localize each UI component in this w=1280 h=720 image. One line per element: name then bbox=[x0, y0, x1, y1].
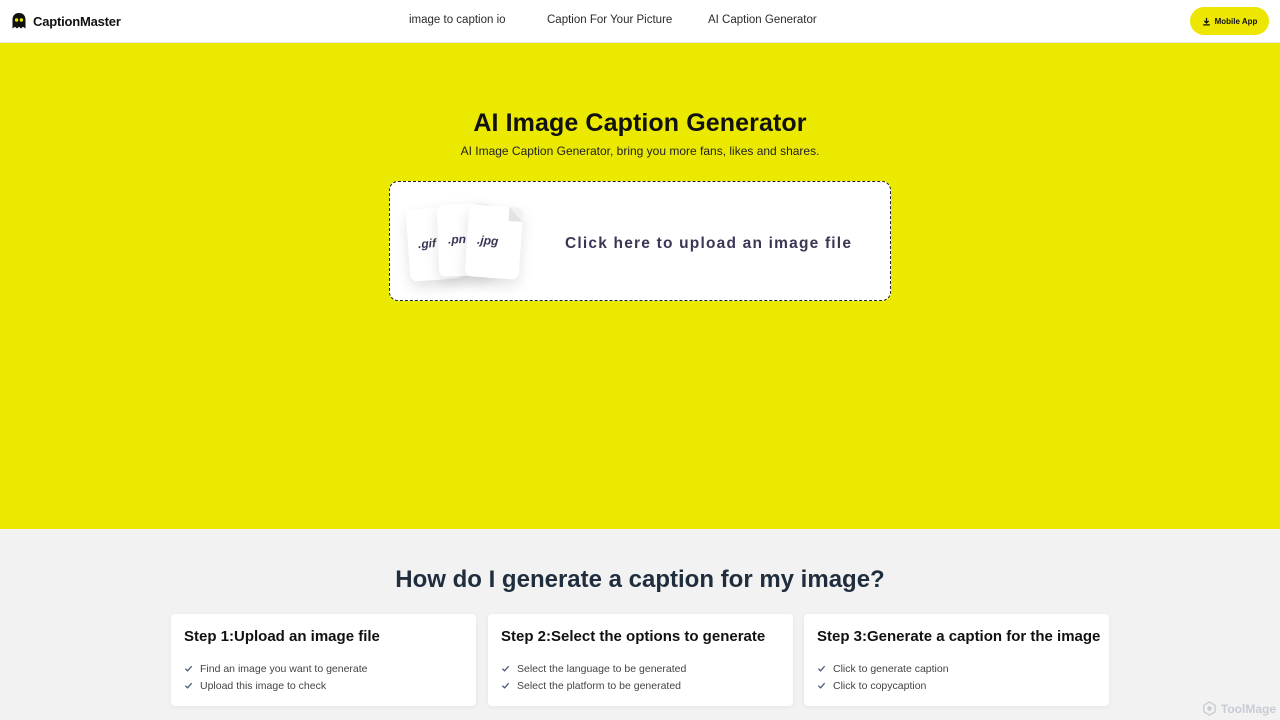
brand-name: CaptionMaster bbox=[33, 13, 121, 29]
toolmage-logo-icon bbox=[1203, 701, 1216, 716]
list-item-text: Click to copycaption bbox=[833, 679, 927, 692]
file-type-label: .pn bbox=[447, 231, 467, 247]
step-list: Find an image you want to generate Uploa… bbox=[184, 660, 368, 694]
check-icon bbox=[817, 682, 826, 689]
file-types-illustration: .gif .pn .jpg bbox=[404, 200, 534, 290]
how-to-title: How do I generate a caption for my image… bbox=[395, 566, 885, 593]
watermark-text: ToolMage bbox=[1220, 701, 1276, 716]
step-card-3: Step 3:Generate a caption for the image … bbox=[804, 614, 1109, 706]
page-title: AI Image Caption Generator bbox=[473, 109, 807, 137]
file-type-label: .jpg bbox=[476, 232, 499, 249]
file-type-label: .gif bbox=[417, 235, 437, 252]
list-item-text: Upload this image to check bbox=[200, 679, 327, 692]
list-item-text: Click to generate caption bbox=[833, 662, 949, 675]
page-subtitle: AI Image Caption Generator, bring you mo… bbox=[460, 144, 820, 158]
list-item-text: Select the language to be generated bbox=[517, 662, 687, 675]
nav-link-caption-for-your-picture[interactable]: Caption For Your Picture bbox=[547, 14, 672, 26]
brand-logo-link[interactable]: CaptionMaster bbox=[11, 11, 121, 31]
check-icon bbox=[501, 682, 510, 689]
list-item-text: Select the platform to be generated bbox=[517, 679, 682, 692]
list-item: Find an image you want to generate bbox=[184, 660, 368, 677]
mobile-app-label: Mobile App bbox=[1214, 16, 1258, 26]
step-title: Step 2:Select the options to generate bbox=[501, 628, 766, 645]
check-icon bbox=[184, 682, 193, 689]
hero-section: AI Image Caption Generator AI Image Capt… bbox=[0, 43, 1280, 529]
nav-link-ai-caption-generator[interactable]: AI Caption Generator bbox=[708, 14, 817, 26]
list-item: Click to copycaption bbox=[817, 677, 949, 694]
upload-label: Click here to upload an image file bbox=[565, 235, 853, 252]
step-card-2: Step 2:Select the options to generate Se… bbox=[488, 614, 793, 706]
toolmage-watermark: ToolMage bbox=[1202, 701, 1276, 716]
check-icon bbox=[184, 665, 193, 672]
top-navbar: CaptionMaster image to caption io Captio… bbox=[0, 0, 1280, 43]
nav-link-image-to-caption-io[interactable]: image to caption io bbox=[409, 14, 506, 26]
list-item: Upload this image to check bbox=[184, 677, 368, 694]
check-icon bbox=[501, 665, 510, 672]
step-title: Step 3:Generate a caption for the image bbox=[817, 628, 1101, 645]
step-list: Select the language to be generated Sele… bbox=[501, 660, 686, 694]
check-icon bbox=[817, 665, 826, 672]
list-item-text: Find an image you want to generate bbox=[200, 662, 368, 675]
step-title: Step 1:Upload an image file bbox=[184, 628, 380, 645]
ghost-logo-icon bbox=[12, 13, 26, 29]
mobile-app-button[interactable]: Mobile App bbox=[1190, 7, 1269, 35]
download-icon bbox=[1202, 17, 1210, 26]
list-item: Select the platform to be generated bbox=[501, 677, 686, 694]
step-card-1: Step 1:Upload an image file Find an imag… bbox=[171, 614, 476, 706]
step-list: Click to generate caption Click to copyc… bbox=[817, 660, 949, 694]
jpg-file-icon: .jpg bbox=[464, 204, 524, 280]
list-item: Select the language to be generated bbox=[501, 660, 686, 677]
upload-dropzone[interactable]: .gif .pn .jpg Click here to upload an im… bbox=[389, 181, 891, 301]
list-item: Click to generate caption bbox=[817, 660, 949, 677]
